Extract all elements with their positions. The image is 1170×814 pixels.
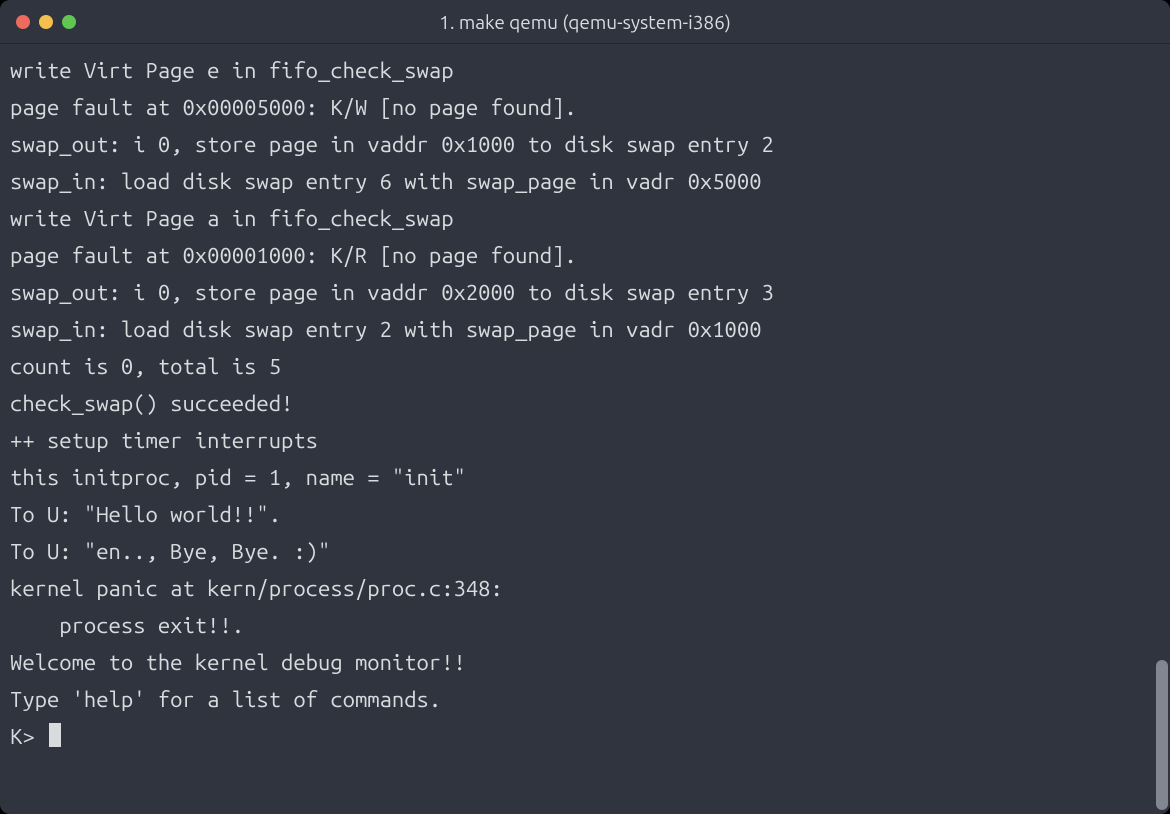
terminal-line: process exit!!.	[10, 607, 1160, 644]
cursor-icon	[49, 723, 61, 747]
close-icon[interactable]	[16, 15, 30, 29]
terminal-prompt-line[interactable]: K>	[10, 718, 1160, 755]
terminal-line: Welcome to the kernel debug monitor!!	[10, 644, 1160, 681]
scrollbar-thumb[interactable]	[1156, 660, 1168, 810]
terminal-line: Type 'help' for a list of commands.	[10, 681, 1160, 718]
terminal-line: this initproc, pid = 1, name = "init"	[10, 459, 1160, 496]
terminal-line: kernel panic at kern/process/proc.c:348:	[10, 570, 1160, 607]
terminal-line: write Virt Page e in fifo_check_swap	[10, 52, 1160, 89]
terminal-line: To U: "Hello world!!".	[10, 496, 1160, 533]
scrollbar-track[interactable]	[1156, 44, 1168, 814]
terminal-line: page fault at 0x00001000: K/R [no page f…	[10, 237, 1160, 274]
traffic-lights	[16, 15, 76, 29]
terminal-line: page fault at 0x00005000: K/W [no page f…	[10, 89, 1160, 126]
terminal-line: swap_in: load disk swap entry 6 with swa…	[10, 163, 1160, 200]
terminal-area: write Virt Page e in fifo_check_swappage…	[0, 44, 1170, 814]
minimize-icon[interactable]	[39, 15, 53, 29]
terminal-window: 1. make qemu (qemu-system-i386) write Vi…	[0, 0, 1170, 814]
terminal-line: write Virt Page a in fifo_check_swap	[10, 200, 1160, 237]
titlebar[interactable]: 1. make qemu (qemu-system-i386)	[0, 0, 1170, 44]
terminal-line: count is 0, total is 5	[10, 348, 1160, 385]
terminal-line: To U: "en.., Bye, Bye. :)"	[10, 533, 1160, 570]
zoom-icon[interactable]	[62, 15, 76, 29]
terminal-prompt: K>	[10, 724, 47, 749]
terminal-output[interactable]: write Virt Page e in fifo_check_swappage…	[0, 44, 1170, 814]
window-title: 1. make qemu (qemu-system-i386)	[439, 11, 731, 33]
terminal-line: check_swap() succeeded!	[10, 385, 1160, 422]
terminal-line: swap_in: load disk swap entry 2 with swa…	[10, 311, 1160, 348]
terminal-line: ++ setup timer interrupts	[10, 422, 1160, 459]
terminal-line: swap_out: i 0, store page in vaddr 0x200…	[10, 274, 1160, 311]
terminal-line: swap_out: i 0, store page in vaddr 0x100…	[10, 126, 1160, 163]
